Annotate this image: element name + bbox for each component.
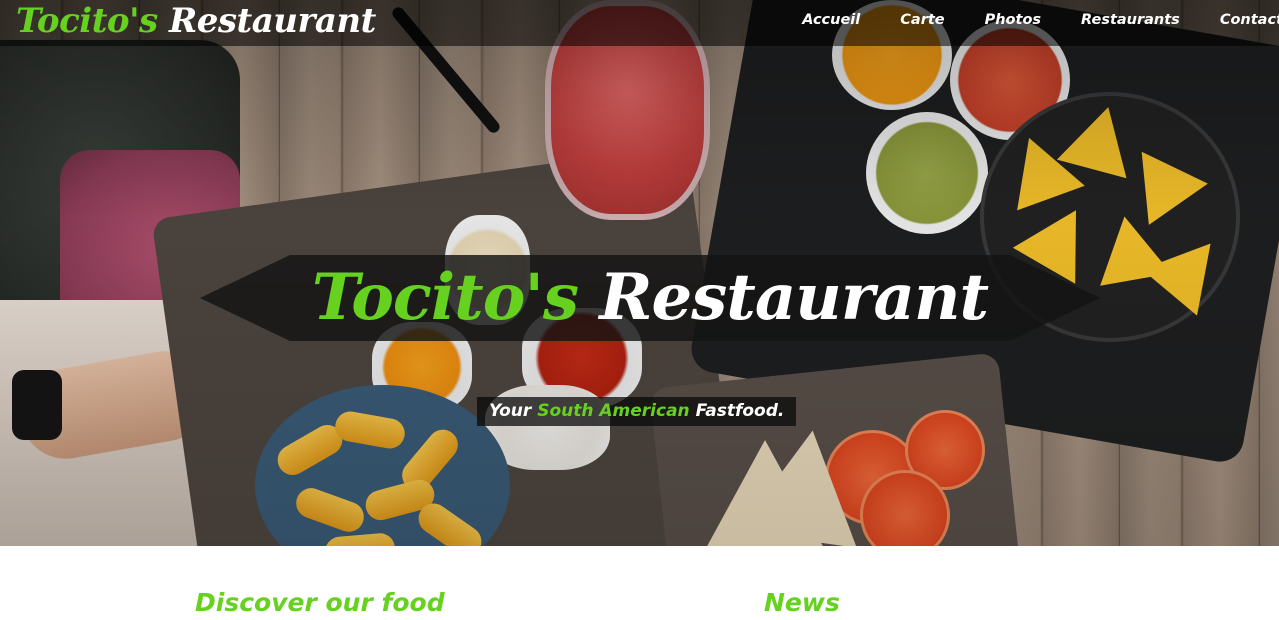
top-navigation-bar: Tocito's Restaurant Accueil Carte Photos… [0,0,1279,46]
watch-icon [12,370,62,440]
hero-title: Tocito's Restaurant [200,255,1100,341]
tagline-highlight: South American [537,401,690,421]
nav-item-accueil[interactable]: Accueil [802,12,860,28]
brand-name-part2: Restaurant [168,1,376,41]
nav-item-photos[interactable]: Photos [985,12,1041,28]
nav-item-restaurants[interactable]: Restaurants [1081,12,1180,28]
hero-title-part1: Tocito's [311,260,579,335]
section-heading-news: News [764,588,840,617]
tagline-before: Your [489,401,532,421]
tagline-after: Fastfood. [695,401,785,421]
brand-logo[interactable]: Tocito's Restaurant [16,0,376,46]
hero-title-part2: Restaurant [599,260,989,335]
brand-name-part1: Tocito's [16,1,158,41]
nav-item-carte[interactable]: Carte [900,12,944,28]
guacamole-bowl [866,112,988,234]
nav-item-contact[interactable]: Contact [1220,12,1279,28]
hero-tagline: Your South American Fastfood. [477,397,797,426]
section-heading-discover: Discover our food [195,588,445,617]
main-nav: Accueil Carte Photos Restaurants Contact [762,0,1279,40]
bread-slice [737,422,873,546]
